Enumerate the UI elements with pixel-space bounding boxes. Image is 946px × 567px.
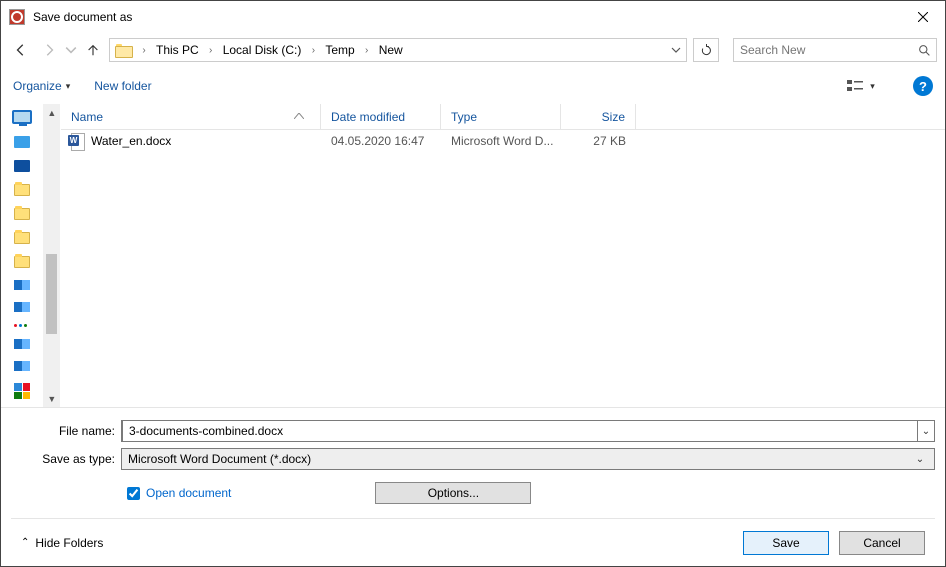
app-icon (9, 9, 25, 25)
hide-folders-button[interactable]: ⌃ Hide Folders (21, 536, 103, 550)
organize-label: Organize (13, 79, 62, 93)
column-size-label: Size (602, 110, 625, 124)
tree-item-icon[interactable] (14, 361, 30, 371)
new-folder-label: New folder (94, 79, 151, 93)
scroll-up-icon[interactable]: ▲ (43, 104, 60, 121)
tree-item-icon[interactable] (14, 280, 30, 290)
column-size[interactable]: Size (561, 104, 636, 129)
column-headers: Name Date modified Type Size (61, 104, 945, 130)
navigation-scrollbar[interactable]: ▲ ▼ (43, 104, 60, 407)
open-document-label: Open document (146, 486, 231, 500)
word-doc-icon (69, 133, 85, 149)
file-date: 04.05.2020 16:47 (321, 134, 441, 148)
window-title: Save document as (33, 10, 900, 24)
save-form: File name: ⌄ Save as type: Microsoft Wor… (1, 407, 945, 566)
crumb-local-disk[interactable]: Local Disk (C:) (217, 39, 308, 61)
chevron-down-icon[interactable]: ⌄ (918, 426, 934, 437)
up-button[interactable] (81, 38, 105, 62)
open-document-option[interactable]: Open document (127, 486, 231, 500)
breadcrumb: This PC › Local Disk (C:) › Temp › New (150, 39, 666, 61)
save-button[interactable]: Save (743, 531, 829, 555)
column-name[interactable]: Name (61, 104, 321, 129)
file-row[interactable]: Water_en.docx 04.05.2020 16:47 Microsoft… (61, 130, 945, 152)
help-icon[interactable]: ? (913, 76, 933, 96)
folder-icon[interactable] (14, 208, 30, 220)
folder-icon[interactable] (14, 256, 30, 268)
filetype-label: Save as type: (11, 452, 121, 466)
file-list-pane: Name Date modified Type Size (61, 104, 945, 407)
filetype-value: Microsoft Word Document (*.docx) (128, 452, 311, 466)
forward-button[interactable] (37, 38, 61, 62)
tree-item-icon[interactable] (14, 383, 30, 399)
options-button[interactable]: Options... (375, 482, 531, 504)
column-date-label: Date modified (331, 110, 405, 124)
tree-item-icon[interactable] (14, 160, 30, 172)
column-name-label: Name (71, 110, 103, 124)
folder-icon[interactable] (14, 184, 30, 196)
desktop-icon[interactable] (12, 110, 32, 124)
crumb-this-pc[interactable]: This PC (150, 39, 205, 61)
back-button[interactable] (9, 38, 33, 62)
address-bar[interactable]: › This PC › Local Disk (C:) › Temp › New (109, 38, 687, 62)
chevron-right-icon[interactable]: › (205, 39, 217, 61)
titlebar: Save document as (1, 1, 945, 32)
search-box[interactable] (733, 38, 937, 62)
folder-icon[interactable] (14, 232, 30, 244)
toolbar: Organize ▾ New folder ▾ ? (1, 68, 945, 104)
search-icon[interactable] (912, 44, 936, 57)
close-icon[interactable] (900, 1, 945, 32)
tree-item-icon[interactable] (14, 136, 30, 148)
save-dialog: Save document as › This PC › Local Disk … (0, 0, 946, 567)
filetype-combo[interactable]: Microsoft Word Document (*.docx) ⌄ (121, 448, 935, 470)
refresh-button[interactable] (693, 38, 719, 62)
file-list[interactable]: Water_en.docx 04.05.2020 16:47 Microsoft… (61, 130, 945, 407)
file-size: 27 KB (561, 134, 636, 148)
hide-folders-label: Hide Folders (35, 536, 103, 550)
crumb-temp[interactable]: Temp (319, 39, 360, 61)
file-name: Water_en.docx (91, 134, 171, 148)
column-type-label: Type (451, 110, 477, 124)
crumb-new[interactable]: New (373, 39, 409, 61)
search-input[interactable] (734, 43, 912, 57)
tree-item-icon[interactable] (14, 324, 30, 327)
folder-icon (114, 40, 134, 60)
dialog-footer: ⌃ Hide Folders Save Cancel (11, 518, 935, 566)
file-type: Microsoft Word D... (441, 134, 561, 148)
column-type[interactable]: Type (441, 104, 561, 129)
navigation-pane[interactable]: ▲ ▼ (1, 104, 61, 407)
tree-item-icon[interactable] (14, 302, 30, 312)
chevron-up-icon: ⌃ (21, 537, 29, 548)
scrollbar-thumb[interactable] (46, 254, 57, 334)
new-folder-button[interactable]: New folder (94, 79, 151, 93)
chevron-right-icon[interactable]: › (361, 39, 373, 61)
chevron-right-icon[interactable]: › (307, 39, 319, 61)
chevron-down-icon: ▾ (870, 81, 875, 92)
view-mode-button[interactable]: ▾ (841, 74, 881, 98)
recent-dropdown-icon[interactable] (65, 38, 77, 62)
open-document-checkbox[interactable] (127, 487, 140, 500)
cancel-button[interactable]: Cancel (839, 531, 925, 555)
filename-label: File name: (11, 424, 121, 438)
column-date[interactable]: Date modified (321, 104, 441, 129)
chevron-down-icon: ▾ (66, 81, 71, 92)
scroll-down-icon[interactable]: ▼ (43, 390, 60, 407)
chevron-right-icon[interactable]: › (138, 39, 150, 61)
organize-menu[interactable]: Organize ▾ (13, 79, 70, 93)
chevron-down-icon: ⌄ (912, 454, 928, 465)
filename-input[interactable] (122, 420, 918, 442)
nav-bar: › This PC › Local Disk (C:) › Temp › New (1, 32, 945, 68)
sort-indicator-icon (294, 111, 310, 122)
filename-combo[interactable]: ⌄ (121, 420, 935, 442)
address-history-dropdown[interactable] (666, 39, 686, 61)
tree-item-icon[interactable] (14, 339, 30, 349)
